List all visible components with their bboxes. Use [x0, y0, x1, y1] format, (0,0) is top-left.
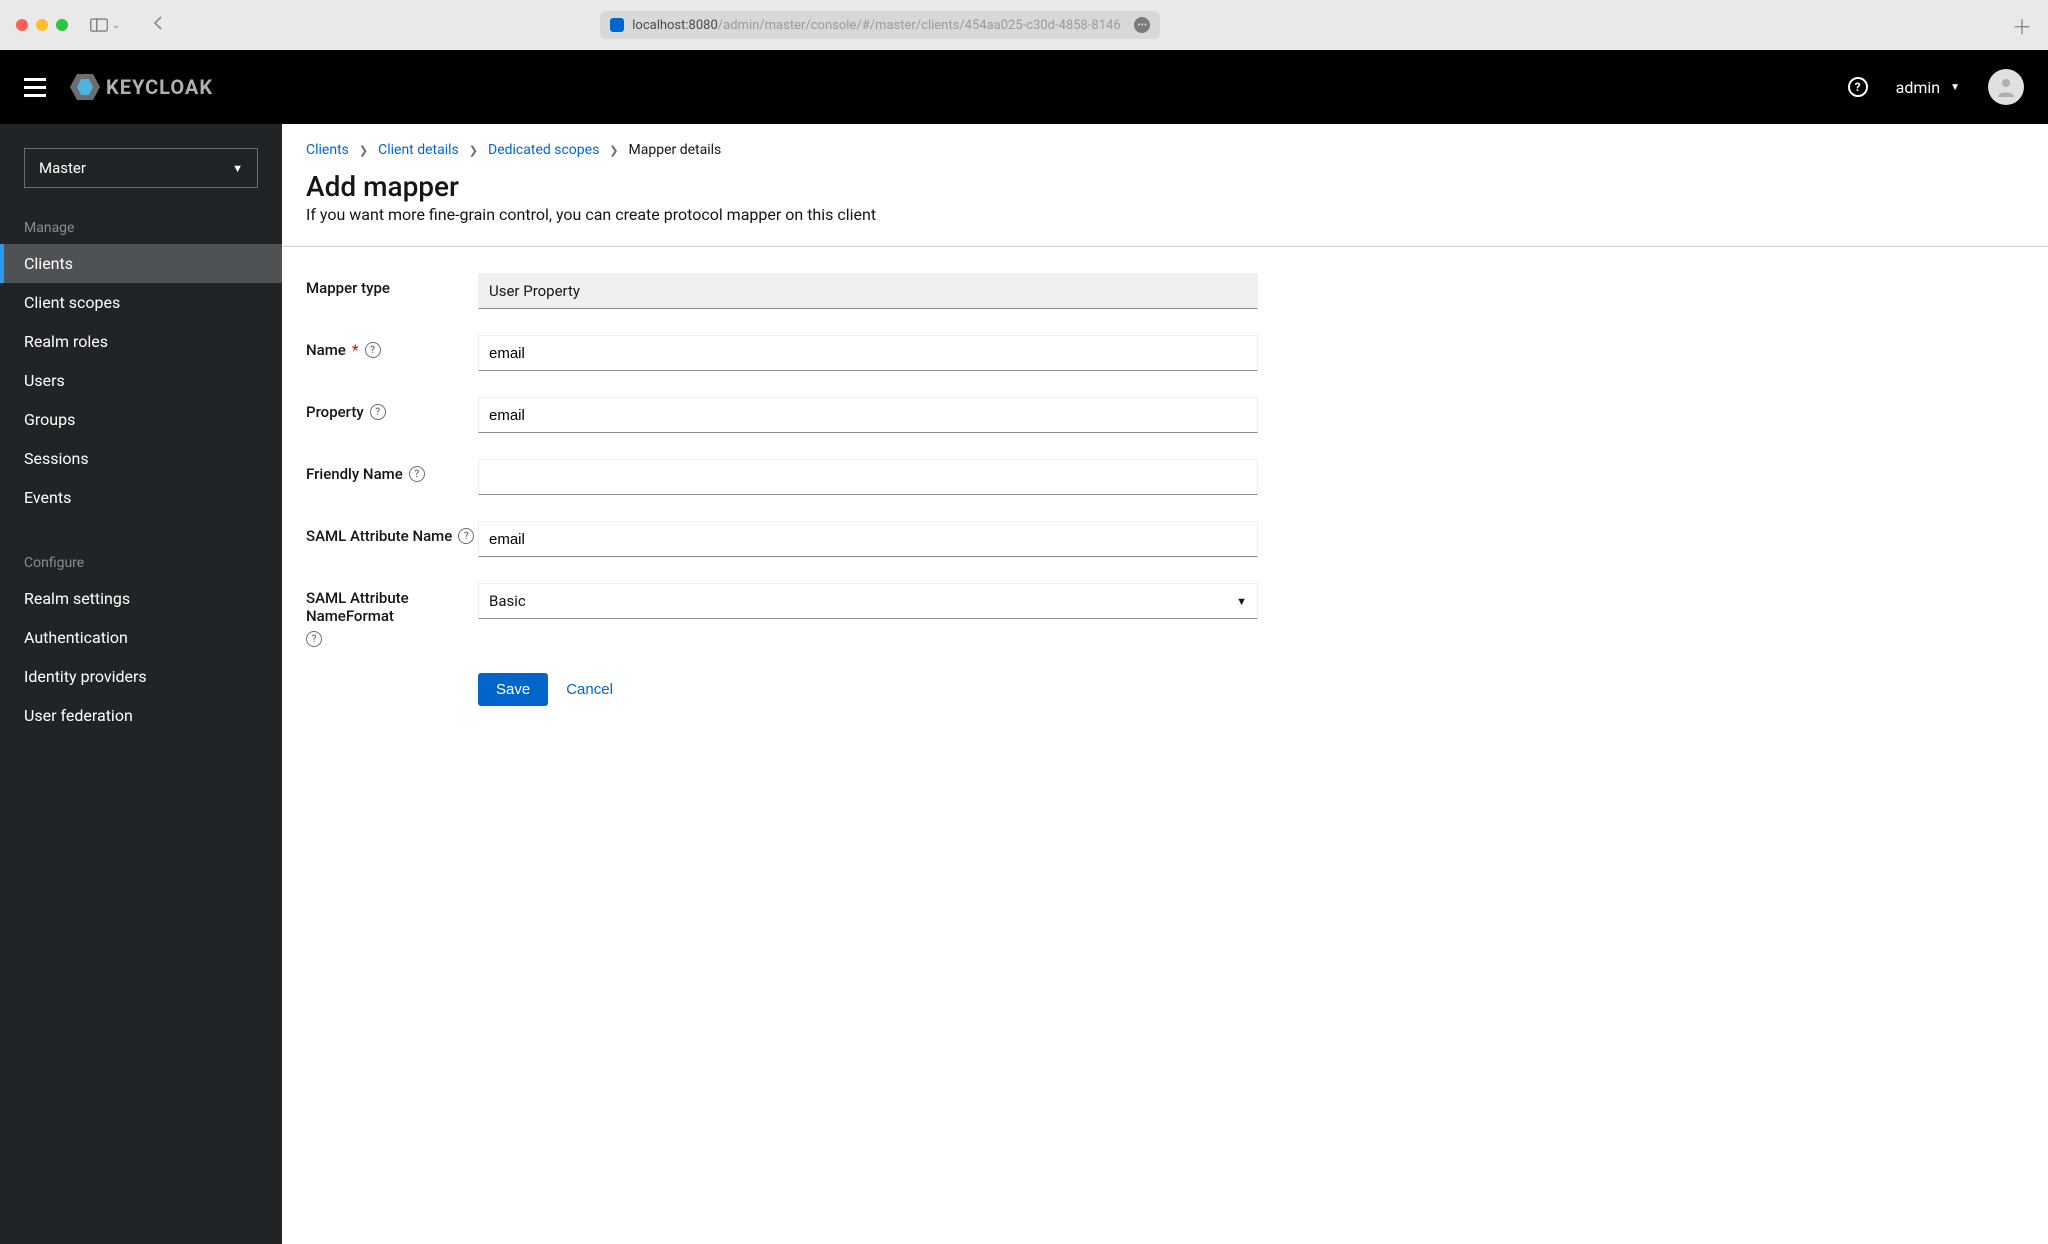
mapper-type-field: User Property — [478, 273, 1258, 309]
page-title: Add mapper — [282, 166, 2048, 203]
chevron-down-icon: ⌄ — [112, 20, 120, 31]
browser-back-button[interactable] — [150, 15, 168, 35]
keycloak-logo-icon — [70, 74, 100, 100]
breadcrumb-link-dedicated-scopes[interactable]: Dedicated scopes — [488, 142, 599, 158]
select-value: Basic — [489, 592, 526, 610]
save-button[interactable]: Save — [478, 673, 548, 706]
help-icon[interactable]: ? — [306, 631, 322, 647]
sidebar-item-identity-providers[interactable]: Identity providers — [0, 657, 282, 696]
site-favicon-icon — [610, 18, 624, 32]
new-tab-button[interactable]: ＋ — [2012, 11, 2032, 40]
sidebar-item-authentication[interactable]: Authentication — [0, 618, 282, 657]
window-zoom-button[interactable] — [56, 19, 68, 31]
caret-down-icon: ▼ — [1950, 82, 1960, 93]
sidebar-item-users[interactable]: Users — [0, 361, 282, 400]
label-saml-attr-format: SAML Attribute NameFormat — [306, 589, 478, 625]
help-icon[interactable]: ? — [458, 528, 474, 544]
name-input[interactable] — [478, 335, 1258, 371]
sidebar-nav: Master ▼ Manage Clients Client scopes Re… — [0, 124, 282, 1244]
sidebar-item-sessions[interactable]: Sessions — [0, 439, 282, 478]
required-indicator: * — [352, 341, 359, 359]
more-icon[interactable]: ••• — [1134, 17, 1150, 33]
chevron-right-icon: ❯ — [609, 144, 618, 157]
page-subtitle: If you want more fine-grain control, you… — [282, 203, 2048, 246]
sidebar-section-label: Manage — [0, 210, 282, 244]
address-bar[interactable]: localhost:8080/admin/master/console/#/ma… — [600, 11, 1160, 39]
username-label: admin — [1896, 78, 1940, 97]
friendly-name-input[interactable] — [478, 459, 1258, 495]
breadcrumb-link-clients[interactable]: Clients — [306, 142, 349, 158]
help-button[interactable]: ? — [1848, 77, 1868, 97]
realm-name: Master — [39, 159, 86, 177]
breadcrumb-link-client-details[interactable]: Client details — [378, 142, 459, 158]
window-close-button[interactable] — [16, 19, 28, 31]
sidebar-item-clients[interactable]: Clients — [0, 244, 282, 283]
user-avatar[interactable] — [1988, 69, 2024, 105]
browser-chrome: ⌄ localhost:8080/admin/master/console/#/… — [0, 0, 2048, 50]
help-icon[interactable]: ? — [370, 404, 386, 420]
chevron-right-icon: ❯ — [469, 144, 478, 157]
sidebar-item-groups[interactable]: Groups — [0, 400, 282, 439]
label-friendly-name: Friendly Name — [306, 465, 403, 483]
chevron-right-icon: ❯ — [359, 144, 368, 157]
label-mapper-type: Mapper type — [306, 279, 390, 297]
brand-logo[interactable]: KEYCLOAK — [70, 74, 213, 100]
url-text: localhost:8080/admin/master/console/#/ma… — [632, 18, 1120, 33]
sidebar-item-realm-settings[interactable]: Realm settings — [0, 579, 282, 618]
help-icon[interactable]: ? — [409, 466, 425, 482]
saml-attribute-format-select[interactable]: Basic ▼ — [478, 583, 1258, 619]
sidebar-item-events[interactable]: Events — [0, 478, 282, 517]
breadcrumb-current: Mapper details — [629, 142, 722, 158]
user-menu[interactable]: admin ▼ — [1896, 78, 1960, 97]
app-header: KEYCLOAK ? admin ▼ — [0, 50, 2048, 124]
cancel-button[interactable]: Cancel — [566, 681, 613, 698]
label-saml-attr-name: SAML Attribute Name — [306, 527, 452, 545]
saml-attribute-name-input[interactable] — [478, 521, 1258, 557]
main-content: Clients ❯ Client details ❯ Dedicated sco… — [282, 124, 2048, 1244]
sidebar-item-client-scopes[interactable]: Client scopes — [0, 283, 282, 322]
property-input[interactable] — [478, 397, 1258, 433]
sidebar-item-realm-roles[interactable]: Realm roles — [0, 322, 282, 361]
window-minimize-button[interactable] — [36, 19, 48, 31]
help-icon[interactable]: ? — [365, 342, 381, 358]
caret-down-icon: ▼ — [232, 162, 243, 175]
label-name: Name — [306, 341, 346, 359]
sidebar-item-user-federation[interactable]: User federation — [0, 696, 282, 735]
brand-name: KEYCLOAK — [106, 75, 213, 99]
nav-toggle-button[interactable] — [24, 78, 46, 97]
mapper-form: Mapper type User Property Name * ? — [282, 247, 1282, 732]
realm-selector[interactable]: Master ▼ — [24, 148, 258, 188]
label-property: Property — [306, 403, 364, 421]
sidebar-section-label: Configure — [0, 545, 282, 579]
breadcrumb: Clients ❯ Client details ❯ Dedicated sco… — [282, 124, 2048, 166]
caret-down-icon: ▼ — [1236, 595, 1247, 608]
window-controls — [16, 19, 68, 31]
sidebar-toggle-button[interactable]: ⌄ — [90, 18, 120, 32]
